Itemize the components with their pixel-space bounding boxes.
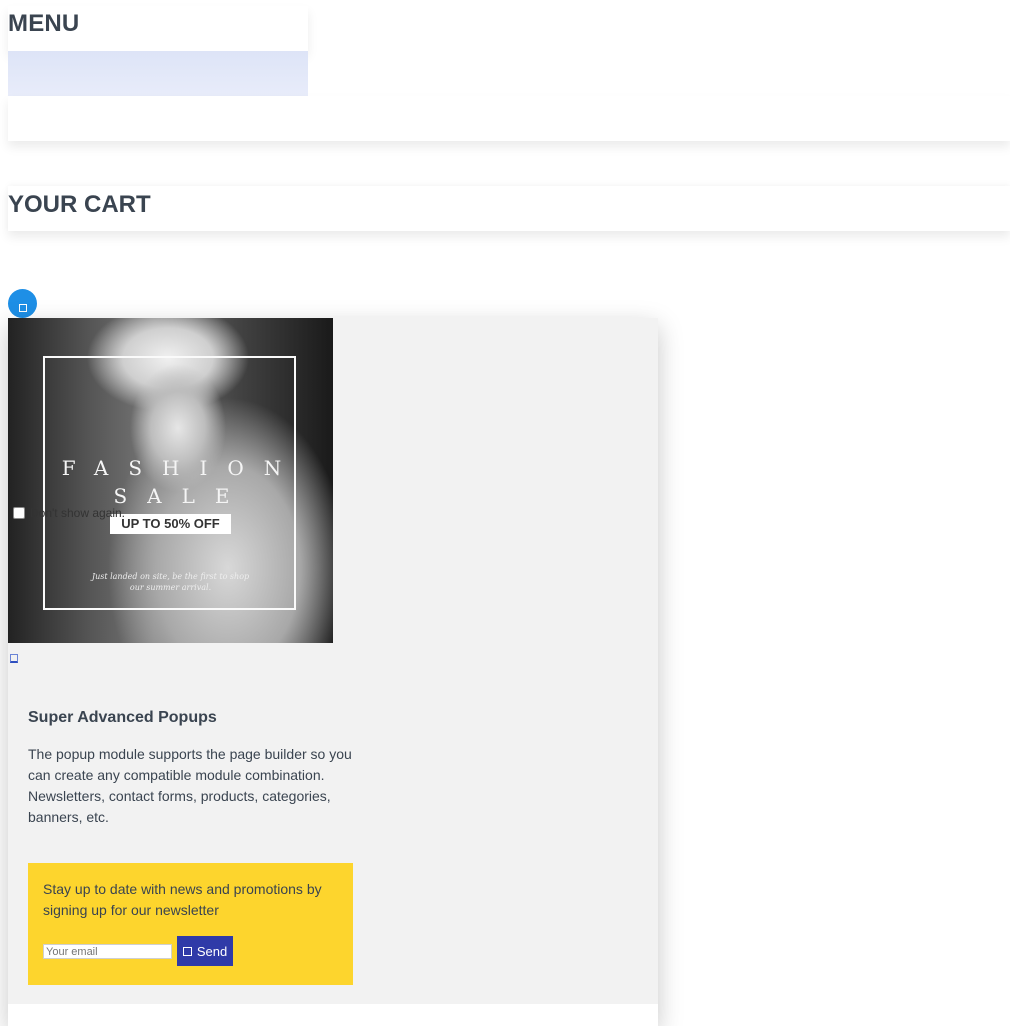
send-label: Send [196,943,228,959]
image-small-text-line2: our summer arrival. [129,583,212,592]
send-button[interactable]: Send [177,936,233,966]
send-icon [182,946,192,956]
newsletter-box: Stay up to date with news and promotions… [28,863,353,985]
dont-show-label: Don't show again. [30,506,126,520]
image-small-text-line1: Just landed on site, be the first to sho… [91,572,250,581]
dont-show-again[interactable]: Don't show again. [13,506,125,520]
page: MENU YOUR CART FASHION SALE UP TO 50% OF… [0,0,1010,1026]
image-word-fashion: FASHION [61,456,302,480]
cart-header[interactable]: YOUR CART [8,186,1010,231]
popup-close-button[interactable] [8,289,37,318]
image-link-icon[interactable] [10,654,18,663]
dont-show-checkbox[interactable] [13,507,25,519]
popup-heading: Super Advanced Popups [28,709,217,726]
image-small-text: Just landed on site, be the first to sho… [8,571,333,593]
popup: FASHION SALE UP TO 50% OFF Just landed o… [8,318,658,1026]
fashion-sale-image: FASHION SALE UP TO 50% OFF Just landed o… [8,318,333,643]
image-discount-badge: UP TO 50% OFF [110,514,231,534]
menu-header[interactable]: MENU [8,6,308,51]
menu-title: MENU [8,10,80,37]
empty-bar [8,96,1010,141]
newsletter-text: Stay up to date with news and promotions… [43,881,322,918]
popup-description: The popup module supports the page build… [28,746,352,825]
email-input[interactable] [43,944,172,959]
close-icon [18,304,27,312]
cart-title: YOUR CART [8,191,151,218]
menu-strip [8,51,308,96]
image-word-sale: SALE [113,484,250,508]
popup-footer-strip [8,1004,658,1026]
